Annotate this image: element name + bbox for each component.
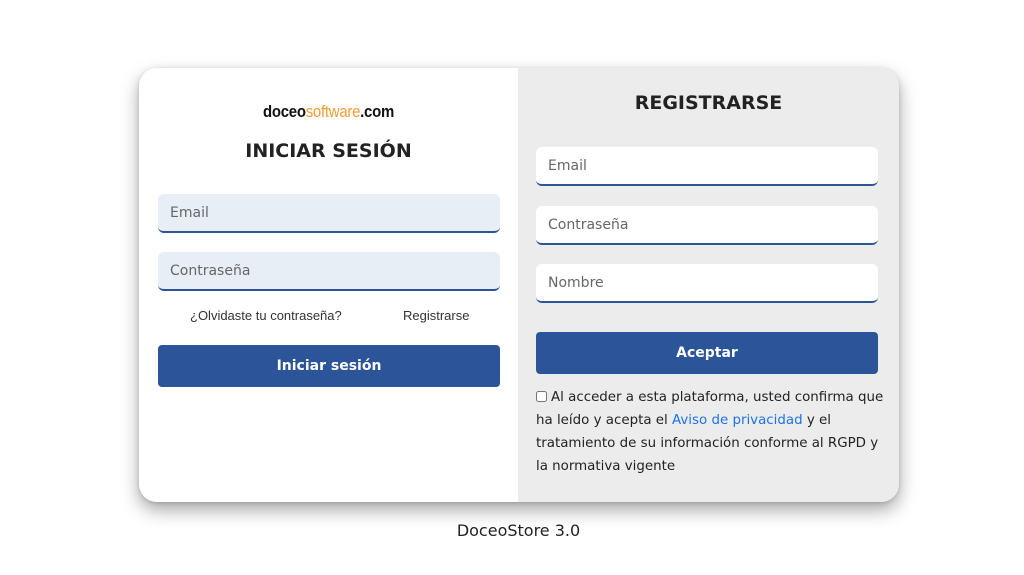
app-version: DoceoStore 3.0 [456,521,581,540]
register-submit-button[interactable]: Aceptar [536,332,878,374]
auth-card: doceosoftware.com INICIAR SESIÓN ¿Olvida… [139,68,899,502]
login-panel: doceosoftware.com INICIAR SESIÓN ¿Olvida… [139,68,518,502]
login-password-input[interactable] [158,252,500,291]
register-email-input[interactable] [536,147,878,186]
register-password-input[interactable] [536,206,878,245]
register-panel: REGISTRARSE Aceptar Al acceder a esta pl… [518,68,899,502]
register-name-input[interactable] [536,264,878,303]
forgot-password-link[interactable]: ¿Olvidaste tu contraseña? [190,308,342,323]
login-email-input[interactable] [158,194,500,233]
login-submit-button[interactable]: Iniciar sesión [158,345,500,387]
logo-text-software: software [305,102,361,121]
brand-logo: doceosoftware.com [162,102,496,122]
register-title: REGISTRARSE [634,92,783,114]
privacy-consent-checkbox[interactable] [536,391,547,402]
privacy-notice-link[interactable]: Aviso de privacidad [672,413,803,428]
logo-text-doceo: doceo [262,102,306,121]
logo-text-com: .com [360,102,395,121]
register-link[interactable]: Registrarse [403,308,469,323]
login-title: INICIAR SESIÓN [245,140,412,162]
privacy-consent: Al acceder a esta plataforma, usted conf… [536,386,886,478]
